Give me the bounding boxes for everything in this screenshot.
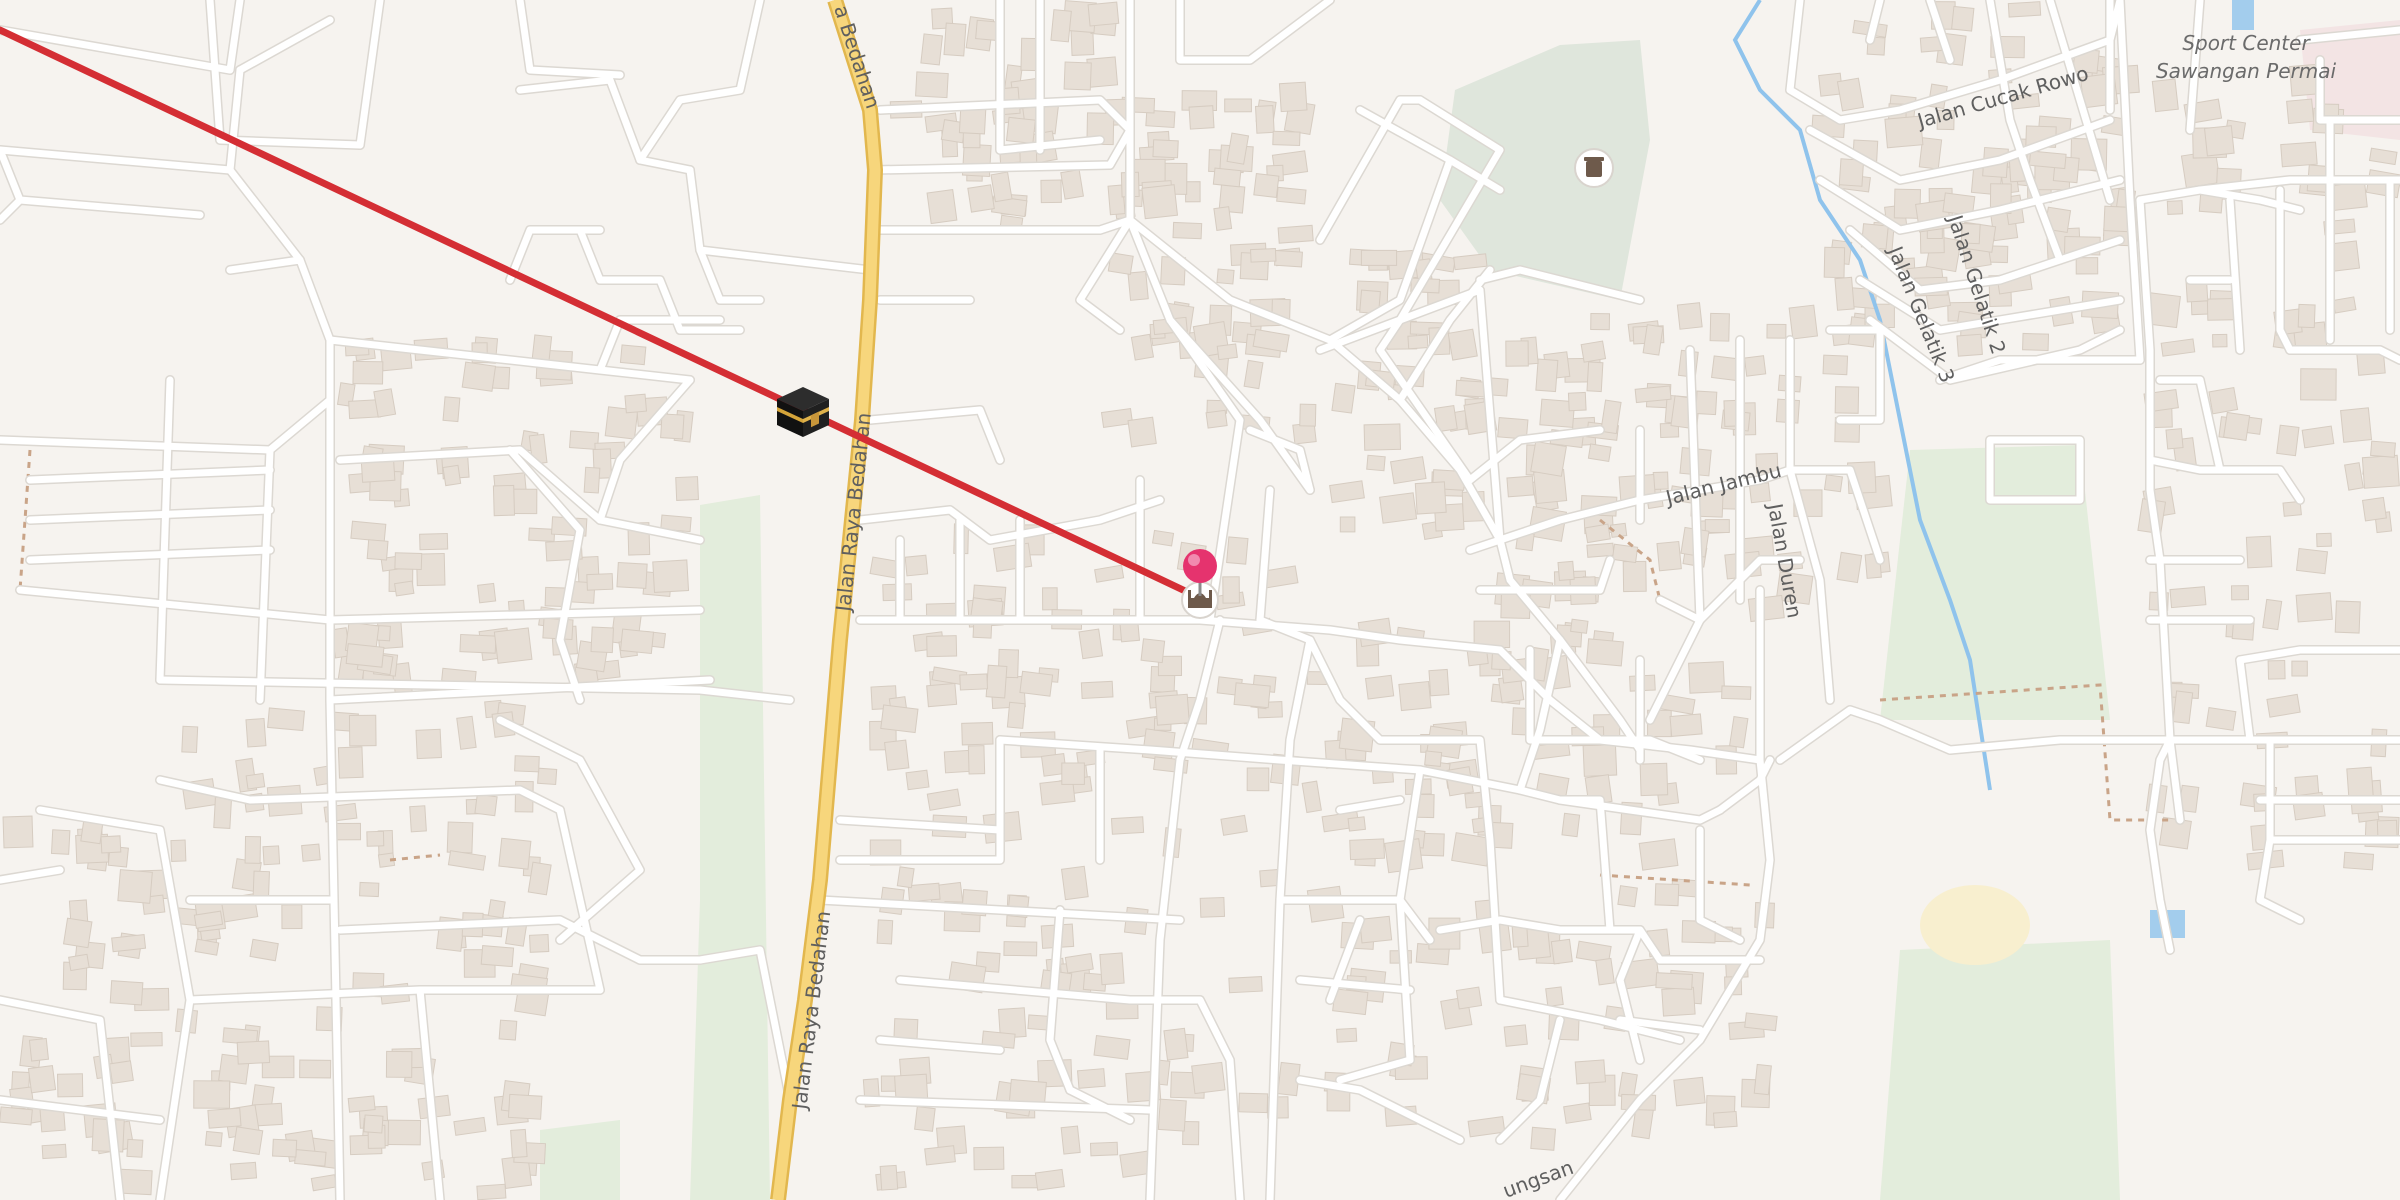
cemetery-icon[interactable]: [1574, 148, 1614, 188]
poi-label-sport-center: Sport Center: [2182, 31, 2311, 55]
poi-label-sawangan-permai: Sawangan Permai: [2156, 59, 2337, 83]
map-canvas[interactable]: a Bedahan Jalan Raya Bedahan Jalan Raya …: [0, 0, 2400, 1200]
